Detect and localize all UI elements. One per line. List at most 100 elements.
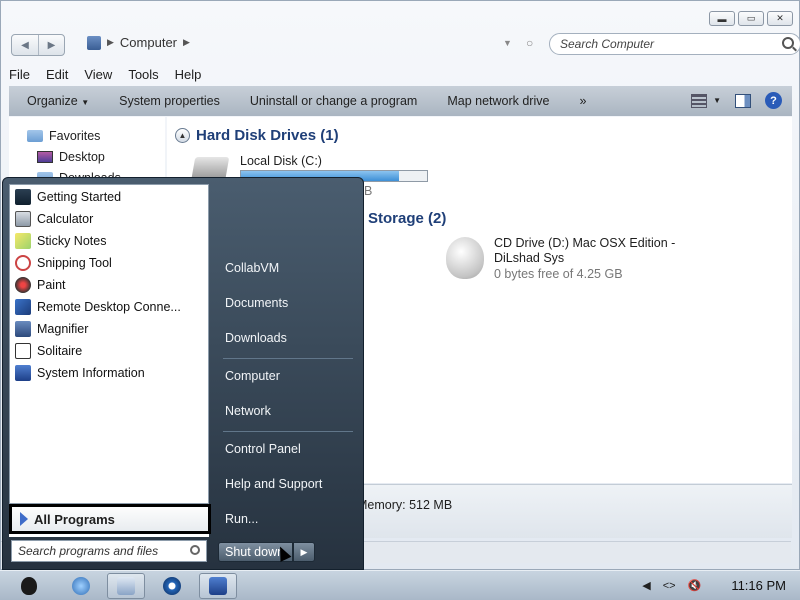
menu-tools[interactable]: Tools [128,67,158,82]
start-item-computer[interactable]: Computer [225,369,280,383]
organize-button[interactable]: Organize ▼ [9,94,104,108]
volume-muted-icon[interactable]: 🔇 [688,579,702,592]
back-button[interactable]: ◀ [12,35,38,55]
start-item-control-panel[interactable]: Control Panel [225,442,301,456]
apple-logo-icon [21,577,37,595]
start-button[interactable] [10,573,48,599]
more-commands-button[interactable]: » [564,94,601,108]
program-calculator[interactable]: Calculator [15,211,93,227]
start-search-placeholder: Search programs and files [18,544,159,558]
apple-disc-icon [446,237,484,279]
arrow-right-icon [20,512,28,526]
menu-view[interactable]: View [84,67,112,82]
program-solitaire[interactable]: Solitaire [15,343,82,359]
nav-desktop[interactable]: Desktop [37,150,105,164]
memory-text: Memory: 512 MB [357,498,453,512]
local-disk-free-text: B [364,184,373,198]
sticky-notes-icon [15,233,31,249]
getting-started-icon [15,189,31,205]
shutdown-options-button[interactable]: ▶ [293,542,315,562]
maximize-button[interactable]: ▭ [738,11,764,26]
search-input[interactable]: Search Computer [549,33,800,55]
search-icon[interactable] [190,545,200,555]
cards-icon [15,343,31,359]
all-programs-area: All Programs [9,504,211,537]
view-dropdown-icon[interactable]: ▼ [713,96,721,105]
local-disk-name: Local Disk (C:) [240,154,322,168]
hdd-group-header[interactable]: ▲ Hard Disk Drives (1) [175,127,339,144]
start-item-downloads[interactable]: Downloads [225,331,287,345]
nav-buttons: ◀ ▶ [11,34,65,56]
scissors-icon [15,255,31,271]
map-network-drive-button[interactable]: Map network drive [432,94,564,108]
show-hidden-icons-icon[interactable]: ◀ [642,579,650,592]
system-tray: ◀ <> 🔇 11:16 PM [642,578,786,593]
start-item-run[interactable]: Run... [225,512,258,526]
minimize-button[interactable]: ▬ [709,11,735,26]
taskbar-system-info[interactable] [199,573,237,599]
folder-icon [117,577,135,595]
nav-desktop-label: Desktop [59,150,105,164]
start-search-input[interactable]: Search programs and files [11,540,207,562]
quicktime-icon [163,577,181,595]
nav-favorites[interactable]: Favorites [27,129,100,143]
command-bar: Organize ▼ System properties Uninstall o… [9,86,792,116]
all-programs-button[interactable]: All Programs [9,504,211,534]
uninstall-program-button[interactable]: Uninstall or change a program [235,94,432,108]
taskbar-explorer[interactable] [107,573,145,599]
program-remote-desktop[interactable]: Remote Desktop Conne... [15,299,181,315]
toolbar-right: ▼ ? [691,92,782,109]
taskbar-ie[interactable] [62,573,100,599]
chevron-right-icon[interactable]: ▶ [183,37,190,48]
remote-desktop-icon [15,299,31,315]
system-info-icon [209,577,227,595]
search-icon[interactable] [782,37,794,49]
globe-icon [72,577,90,595]
program-label: Sticky Notes [37,234,107,248]
program-label: Solitaire [37,344,83,358]
separator [223,358,353,359]
program-magnifier[interactable]: Magnifier [15,321,88,337]
start-item-collabvm[interactable]: CollabVM [225,261,279,275]
forward-button[interactable]: ▶ [38,35,64,55]
magnifier-icon [15,321,31,337]
system-info-icon [15,365,31,381]
calculator-icon [15,211,31,227]
start-item-documents[interactable]: Documents [225,296,288,310]
collapse-icon[interactable]: ▲ [175,128,190,143]
breadcrumb-computer[interactable]: Computer [120,35,177,50]
program-snipping-tool[interactable]: Snipping Tool [15,255,112,271]
chevron-right-icon[interactable]: ▶ [107,37,114,48]
taskbar-quicktime[interactable] [153,573,191,599]
organize-label: Organize [27,94,78,108]
change-view-icon[interactable] [691,93,708,108]
preview-pane-icon[interactable] [735,93,751,108]
program-sticky-notes[interactable]: Sticky Notes [15,233,106,249]
favorites-icon [27,130,43,142]
refresh-icon[interactable]: ○ [526,36,533,50]
breadcrumb[interactable]: ▶ Computer ▶ [87,35,190,50]
help-icon[interactable]: ? [765,92,782,109]
start-item-help-support[interactable]: Help and Support [225,477,322,491]
start-item-network[interactable]: Network [225,404,271,418]
close-button[interactable]: ✕ [767,11,793,26]
address-row: ◀ ▶ ▶ Computer ▶ ▼ ○ Search Computer [11,33,800,57]
program-getting-started[interactable]: Getting Started [15,189,121,205]
program-system-information[interactable]: System Information [15,365,145,381]
system-properties-button[interactable]: System properties [104,94,235,108]
program-list: Getting Started Calculator Sticky Notes … [9,184,209,504]
program-paint[interactable]: Paint [15,277,66,293]
address-dropdown-icon[interactable]: ▼ [503,38,512,48]
clock[interactable]: 11:16 PM [731,578,786,593]
removable-group-title: Storage (2) [368,210,447,227]
menu-file[interactable]: File [9,67,30,82]
network-icon[interactable]: <> [663,580,676,592]
search-placeholder: Search Computer [560,37,655,51]
menu-edit[interactable]: Edit [46,67,68,82]
menu-help[interactable]: Help [175,67,202,82]
program-label: Calculator [37,212,94,226]
computer-icon [87,35,101,50]
removable-group-header[interactable]: Storage (2) [368,210,446,227]
start-menu: Getting Started Calculator Sticky Notes … [2,177,364,570]
program-label: System Information [37,366,145,380]
